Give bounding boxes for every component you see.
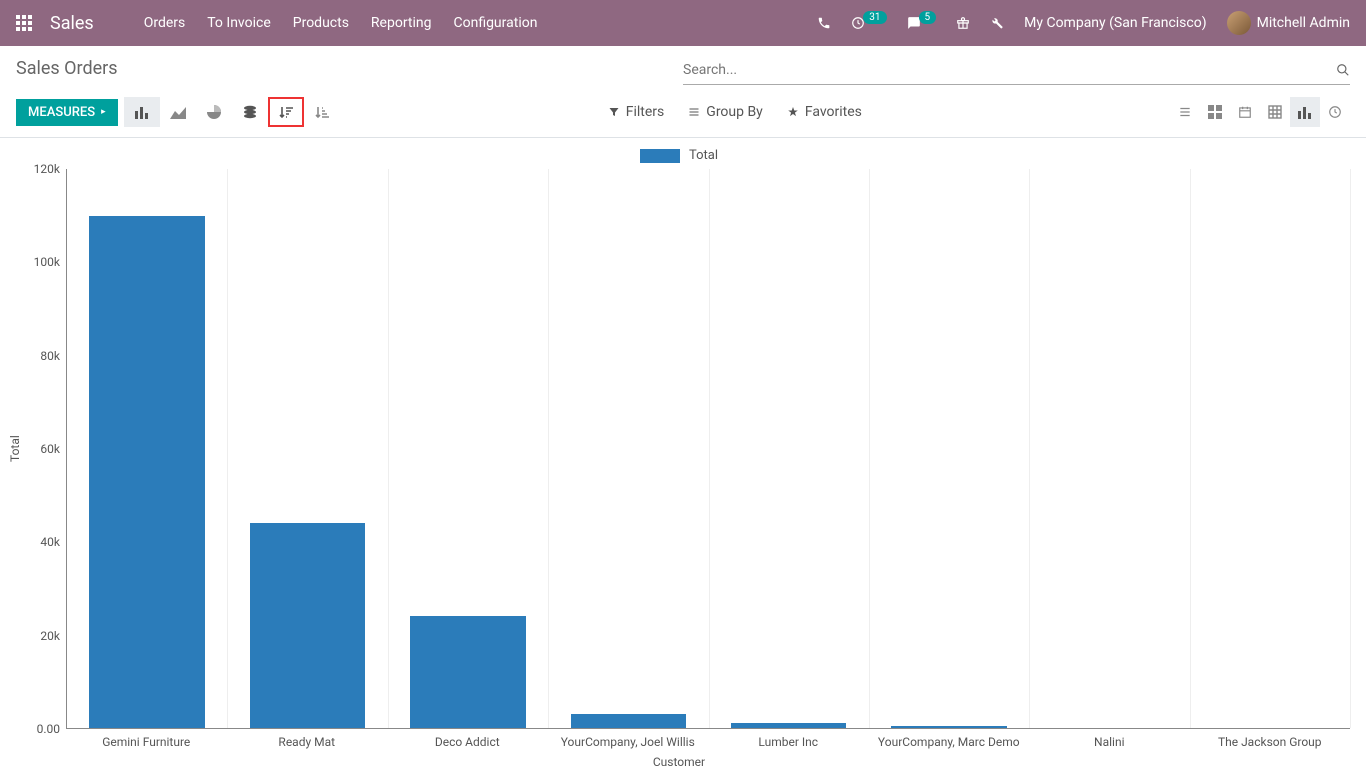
tools-icon[interactable]	[990, 16, 1004, 30]
x-tick-label: YourCompany, Joel Willis	[548, 729, 709, 749]
page-title: Sales Orders	[16, 58, 683, 79]
messages-badge: 5	[919, 11, 937, 24]
view-switcher	[1170, 97, 1350, 127]
pivot-view-icon[interactable]	[1260, 97, 1290, 127]
apps-icon[interactable]	[16, 15, 32, 31]
stacked-icon[interactable]	[232, 97, 268, 127]
kanban-view-icon[interactable]	[1200, 97, 1230, 127]
gift-icon[interactable]	[956, 16, 970, 30]
activity-badge: 31	[863, 11, 886, 24]
menu-products[interactable]: Products	[293, 15, 349, 31]
chart-plot	[66, 169, 1350, 729]
user-menu[interactable]: Mitchell Admin	[1227, 11, 1350, 35]
control-panel: Sales Orders MEASURES ▸ Filters	[0, 46, 1366, 127]
sort-desc-icon[interactable]	[268, 97, 304, 127]
chart-bar[interactable]	[89, 216, 204, 728]
x-tick-label: Gemini Furniture	[66, 729, 227, 749]
caret-right-icon: ▸	[101, 107, 106, 117]
x-tick-label: The Jackson Group	[1190, 729, 1351, 749]
list-view-icon[interactable]	[1170, 97, 1200, 127]
company-name[interactable]: My Company (San Francisco)	[1024, 15, 1206, 31]
top-navbar: Sales Orders To Invoice Products Reporti…	[0, 0, 1366, 46]
x-axis-label: Customer	[8, 755, 1350, 769]
activities-icon[interactable]: 31	[851, 16, 886, 30]
messages-icon[interactable]: 5	[907, 16, 937, 30]
user-name: Mitchell Admin	[1257, 15, 1350, 31]
x-tick-label: Nalini	[1029, 729, 1190, 749]
menu-to-invoice[interactable]: To Invoice	[207, 15, 271, 31]
chart-bar[interactable]	[731, 723, 846, 728]
x-axis-ticks: Gemini FurnitureReady MatDeco AddictYour…	[66, 729, 1350, 749]
app-brand[interactable]: Sales	[50, 13, 94, 34]
sort-asc-icon[interactable]	[304, 97, 340, 127]
chart-legend: Total	[8, 148, 1350, 163]
chart-bar[interactable]	[891, 726, 1006, 728]
chart-bar[interactable]	[571, 714, 686, 728]
x-tick-label: YourCompany, Marc Demo	[869, 729, 1030, 749]
measures-button[interactable]: MEASURES ▸	[16, 99, 118, 126]
activity-view-icon[interactable]	[1320, 97, 1350, 127]
filters-button[interactable]: Filters	[608, 104, 665, 120]
pie-chart-icon[interactable]	[196, 97, 232, 127]
chart-area: Total Total 0.0020k40k60k80k100k120k Gem…	[0, 138, 1366, 777]
search-options: Filters Group By Favorites	[608, 104, 862, 120]
main-menu: Orders To Invoice Products Reporting Con…	[144, 15, 538, 31]
favorites-button[interactable]: Favorites	[787, 104, 862, 120]
x-tick-label: Ready Mat	[227, 729, 388, 749]
legend-label: Total	[689, 148, 718, 163]
chart-bar[interactable]	[250, 523, 365, 728]
chart-type-buttons	[124, 97, 340, 127]
x-tick-label: Lumber Inc	[708, 729, 869, 749]
chart-bar[interactable]	[410, 616, 525, 728]
graph-view-icon[interactable]	[1290, 97, 1320, 127]
groupby-button[interactable]: Group By	[688, 104, 763, 120]
phone-icon[interactable]	[817, 16, 831, 30]
menu-configuration[interactable]: Configuration	[453, 15, 537, 31]
avatar	[1227, 11, 1251, 35]
menu-reporting[interactable]: Reporting	[371, 15, 432, 31]
legend-swatch	[640, 149, 680, 163]
search-icon[interactable]	[1336, 63, 1350, 77]
search-bar[interactable]	[683, 58, 1350, 85]
search-input[interactable]	[683, 58, 1336, 82]
menu-orders[interactable]: Orders	[144, 15, 186, 31]
line-chart-icon[interactable]	[160, 97, 196, 127]
bar-chart-icon[interactable]	[124, 97, 160, 127]
calendar-view-icon[interactable]	[1230, 97, 1260, 127]
x-tick-label: Deco Addict	[387, 729, 548, 749]
y-axis: 0.0020k40k60k80k100k120k	[22, 169, 66, 729]
systray: 31 5 My Company (San Francisco) Mitchell…	[817, 11, 1350, 35]
